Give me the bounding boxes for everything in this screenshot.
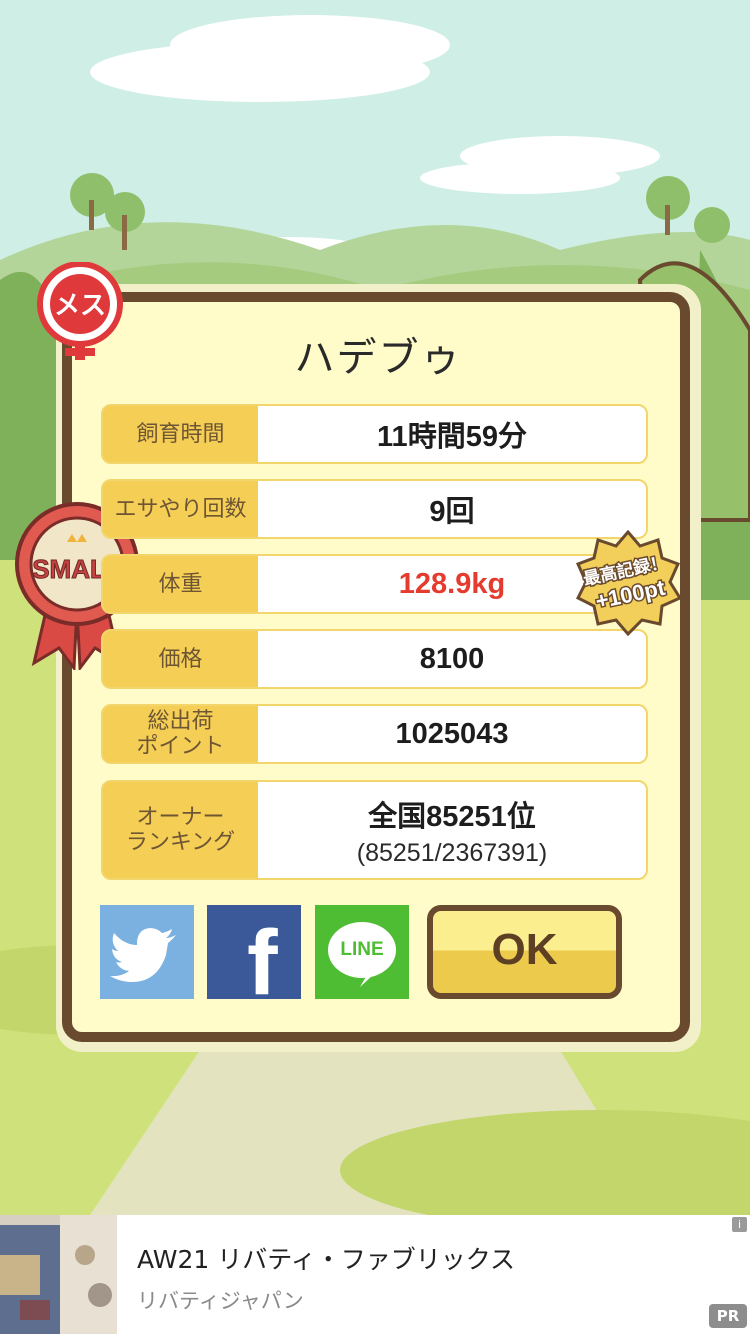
twitter-share-button[interactable] xyxy=(100,905,194,999)
ad-thumbnail-image[interactable] xyxy=(0,1215,117,1334)
record-star-badge: 最高記録！ +100pt xyxy=(575,529,683,637)
stat-label: エサやり回数 xyxy=(114,496,247,522)
ok-button-label: OK xyxy=(491,925,558,974)
ad-info-icon[interactable]: i xyxy=(732,1217,747,1232)
twitter-icon xyxy=(110,928,176,982)
ok-button[interactable]: OK xyxy=(427,905,622,999)
facebook-share-button[interactable]: f xyxy=(207,905,301,999)
ranking-value: 全国85251位 xyxy=(368,800,536,833)
ad-title[interactable]: AW21 リバティ・ファブリックス xyxy=(137,1240,515,1276)
stat-label: 総出荷 ポイント xyxy=(136,709,225,759)
stat-row-feed-count: エサやり回数 9回 xyxy=(101,479,648,539)
ad-pr-badge: PR xyxy=(709,1304,747,1328)
female-gender-icon: メス xyxy=(37,262,123,360)
stat-label: 飼育時間 xyxy=(136,421,225,447)
stat-label: 価格 xyxy=(158,646,203,672)
facebook-icon: f xyxy=(247,912,278,999)
stat-value: 全国85251位 (85251/2367391) xyxy=(258,782,646,878)
stat-row-price: 価格 8100 xyxy=(101,629,648,689)
stat-value: 1025043 xyxy=(258,706,646,762)
gender-badge-text: メス xyxy=(54,291,106,321)
ranking-detail: (85251/2367391) xyxy=(356,838,548,867)
stat-row-breeding-time: 飼育時間 11時間59分 xyxy=(101,404,648,464)
pet-name: ハデブゥ xyxy=(294,335,463,381)
stat-row-shipping-points: 総出荷 ポイント 1025043 xyxy=(101,704,648,764)
stat-label: 体重 xyxy=(158,571,203,597)
stat-label: オーナー ランキング xyxy=(125,805,236,855)
stat-row-weight: 体重 128.9kg xyxy=(101,554,648,614)
line-share-button[interactable]: LINE xyxy=(315,905,409,999)
line-label: LINE xyxy=(340,939,384,960)
ad-advertiser[interactable]: リバティジャパン xyxy=(137,1285,304,1315)
stat-row-owner-ranking: オーナー ランキング 全国85251位 (85251/2367391) xyxy=(101,780,648,880)
stat-value: 11時間59分 xyxy=(258,406,646,462)
